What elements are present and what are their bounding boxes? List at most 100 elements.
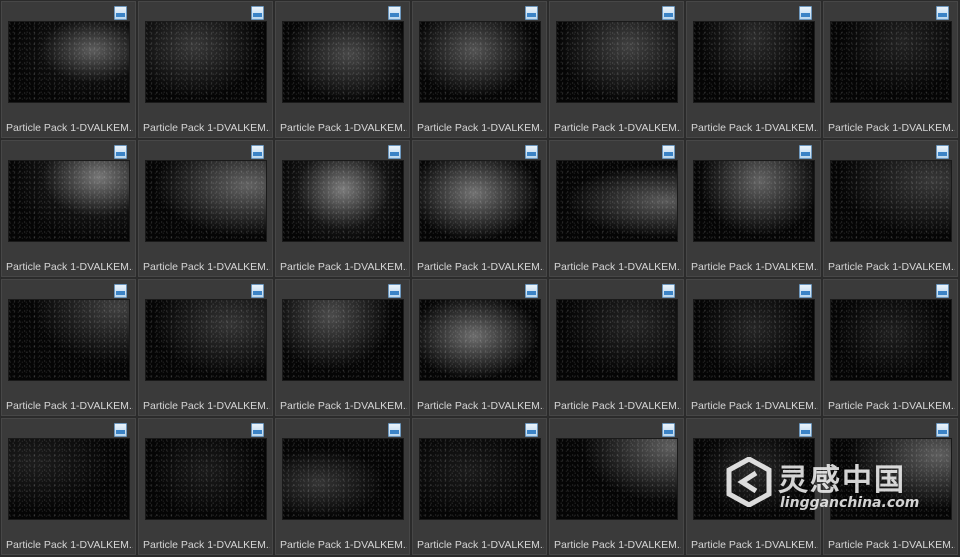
- file-tile[interactable]: Particle Pack 1-DVALKEM...: [138, 279, 273, 416]
- file-tile[interactable]: Particle Pack 1-DVALKEM...: [823, 140, 958, 277]
- file-tile[interactable]: Particle Pack 1-DVALKEM...: [686, 140, 821, 277]
- file-tile[interactable]: Particle Pack 1-DVALKEM...: [412, 418, 547, 555]
- file-name: Particle Pack 1-DVALKEM...: [6, 122, 133, 134]
- file-thumbnail-grid: Particle Pack 1-DVALKEM... Particle Pack …: [0, 0, 960, 557]
- file-tile[interactable]: Particle Pack 1-DVALKEM...: [138, 1, 273, 138]
- file-thumbnail: [693, 21, 815, 103]
- file-name: Particle Pack 1-DVALKEM...: [143, 122, 270, 134]
- file-name: Particle Pack 1-DVALKEM...: [691, 539, 818, 551]
- file-thumbnail: [419, 160, 541, 242]
- file-name: Particle Pack 1-DVALKEM...: [554, 122, 681, 134]
- file-name: Particle Pack 1-DVALKEM...: [143, 261, 270, 273]
- file-thumbnail: [145, 160, 267, 242]
- file-tile[interactable]: Particle Pack 1-DVALKEM...: [1, 140, 136, 277]
- file-thumbnail: [419, 21, 541, 103]
- file-name: Particle Pack 1-DVALKEM...: [554, 400, 681, 412]
- image-file-icon: [388, 6, 401, 20]
- file-tile[interactable]: Particle Pack 1-DVALKEM...: [138, 418, 273, 555]
- file-tile[interactable]: Particle Pack 1-DVALKEM...: [549, 418, 684, 555]
- file-tile[interactable]: Particle Pack 1-DVALKEM...: [823, 418, 958, 555]
- file-tile[interactable]: Particle Pack 1-DVALKEM...: [412, 1, 547, 138]
- image-file-icon: [114, 145, 127, 159]
- file-tile[interactable]: Particle Pack 1-DVALKEM...: [138, 140, 273, 277]
- file-thumbnail: [830, 299, 952, 381]
- image-file-icon: [525, 423, 538, 437]
- file-thumbnail: [282, 438, 404, 520]
- file-thumbnail: [693, 438, 815, 520]
- file-name: Particle Pack 1-DVALKEM...: [6, 539, 133, 551]
- file-name: Particle Pack 1-DVALKEM...: [554, 539, 681, 551]
- image-file-icon: [388, 145, 401, 159]
- file-name: Particle Pack 1-DVALKEM...: [828, 122, 955, 134]
- file-thumbnail: [8, 160, 130, 242]
- file-thumbnail: [145, 438, 267, 520]
- file-tile[interactable]: Particle Pack 1-DVALKEM...: [275, 418, 410, 555]
- image-file-icon: [662, 145, 675, 159]
- file-thumbnail: [693, 160, 815, 242]
- file-name: Particle Pack 1-DVALKEM...: [554, 261, 681, 273]
- file-tile[interactable]: Particle Pack 1-DVALKEM...: [412, 279, 547, 416]
- image-file-icon: [525, 145, 538, 159]
- file-thumbnail: [282, 21, 404, 103]
- file-thumbnail: [145, 21, 267, 103]
- file-tile[interactable]: Particle Pack 1-DVALKEM...: [549, 1, 684, 138]
- image-file-icon: [936, 145, 949, 159]
- image-file-icon: [662, 423, 675, 437]
- file-name: Particle Pack 1-DVALKEM...: [143, 400, 270, 412]
- image-file-icon: [251, 145, 264, 159]
- file-tile[interactable]: Particle Pack 1-DVALKEM...: [686, 418, 821, 555]
- file-name: Particle Pack 1-DVALKEM...: [280, 539, 407, 551]
- file-thumbnail: [419, 299, 541, 381]
- image-file-icon: [662, 284, 675, 298]
- file-thumbnail: [556, 438, 678, 520]
- file-name: Particle Pack 1-DVALKEM...: [280, 261, 407, 273]
- image-file-icon: [662, 6, 675, 20]
- file-name: Particle Pack 1-DVALKEM...: [6, 261, 133, 273]
- file-thumbnail: [556, 160, 678, 242]
- file-thumbnail: [830, 21, 952, 103]
- file-thumbnail: [830, 438, 952, 520]
- file-tile[interactable]: Particle Pack 1-DVALKEM...: [275, 279, 410, 416]
- file-tile[interactable]: Particle Pack 1-DVALKEM...: [823, 279, 958, 416]
- image-file-icon: [799, 284, 812, 298]
- file-tile[interactable]: Particle Pack 1-DVALKEM...: [549, 140, 684, 277]
- file-name: Particle Pack 1-DVALKEM...: [6, 400, 133, 412]
- file-tile[interactable]: Particle Pack 1-DVALKEM...: [549, 279, 684, 416]
- file-name: Particle Pack 1-DVALKEM...: [828, 400, 955, 412]
- image-file-icon: [114, 284, 127, 298]
- file-tile[interactable]: Particle Pack 1-DVALKEM...: [275, 140, 410, 277]
- file-thumbnail: [8, 438, 130, 520]
- image-file-icon: [251, 6, 264, 20]
- file-tile[interactable]: Particle Pack 1-DVALKEM...: [412, 140, 547, 277]
- file-tile[interactable]: Particle Pack 1-DVALKEM...: [686, 279, 821, 416]
- file-tile[interactable]: Particle Pack 1-DVALKEM...: [1, 418, 136, 555]
- image-file-icon: [114, 6, 127, 20]
- file-tile[interactable]: Particle Pack 1-DVALKEM...: [1, 279, 136, 416]
- file-name: Particle Pack 1-DVALKEM...: [828, 539, 955, 551]
- file-thumbnail: [419, 438, 541, 520]
- image-file-icon: [799, 423, 812, 437]
- file-name: Particle Pack 1-DVALKEM...: [280, 122, 407, 134]
- file-tile[interactable]: Particle Pack 1-DVALKEM...: [686, 1, 821, 138]
- image-file-icon: [936, 284, 949, 298]
- file-thumbnail: [145, 299, 267, 381]
- file-tile[interactable]: Particle Pack 1-DVALKEM...: [823, 1, 958, 138]
- file-name: Particle Pack 1-DVALKEM...: [143, 539, 270, 551]
- file-tile[interactable]: Particle Pack 1-DVALKEM...: [275, 1, 410, 138]
- file-name: Particle Pack 1-DVALKEM...: [417, 261, 544, 273]
- image-file-icon: [114, 423, 127, 437]
- file-thumbnail: [282, 299, 404, 381]
- file-thumbnail: [556, 21, 678, 103]
- image-file-icon: [799, 145, 812, 159]
- file-thumbnail: [8, 21, 130, 103]
- file-name: Particle Pack 1-DVALKEM...: [417, 400, 544, 412]
- file-name: Particle Pack 1-DVALKEM...: [691, 261, 818, 273]
- image-file-icon: [936, 423, 949, 437]
- file-tile[interactable]: Particle Pack 1-DVALKEM...: [1, 1, 136, 138]
- file-thumbnail: [556, 299, 678, 381]
- file-name: Particle Pack 1-DVALKEM...: [691, 122, 818, 134]
- image-file-icon: [388, 423, 401, 437]
- file-thumbnail: [282, 160, 404, 242]
- file-name: Particle Pack 1-DVALKEM...: [417, 539, 544, 551]
- image-file-icon: [251, 284, 264, 298]
